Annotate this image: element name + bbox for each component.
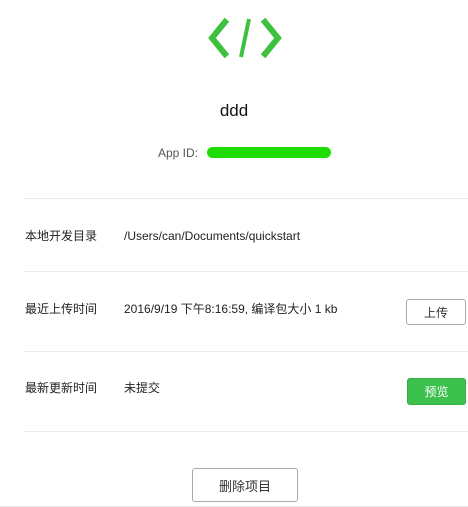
upload-button[interactable]: 上传 [406, 299, 466, 325]
preview-button[interactable]: 预览 [407, 378, 466, 405]
app-id-label: App ID: [158, 146, 199, 160]
last-update-label: 最新更新时间 [25, 381, 98, 395]
last-update-value: 未提交 [124, 381, 161, 395]
divider [24, 351, 468, 352]
directory-value: /Users/can/Documents/quickstart [124, 229, 301, 243]
last-update-row: 最新更新时间 未提交 [0, 379, 468, 419]
project-name: ddd [219, 101, 249, 120]
divider [24, 271, 468, 272]
divider [24, 431, 468, 432]
divider [24, 198, 468, 199]
code-brackets-icon [208, 16, 282, 62]
app-id-row: App ID: [0, 144, 468, 164]
last-upload-label: 最近上传时间 [25, 302, 98, 316]
last-upload-value: 2016/9/19 下午8:16:59, 编译包大小 1 kb [124, 302, 338, 316]
app-id-redaction [207, 147, 331, 158]
last-upload-row: 最近上传时间 2016/9/19 下午8:16:59, 编译包大小 1 kb [0, 300, 468, 340]
directory-label: 本地开发目录 [25, 229, 98, 243]
delete-project-button[interactable]: 删除项目 [192, 468, 298, 502]
directory-row: 本地开发目录 /Users/can/Documents/quickstart [0, 227, 468, 267]
